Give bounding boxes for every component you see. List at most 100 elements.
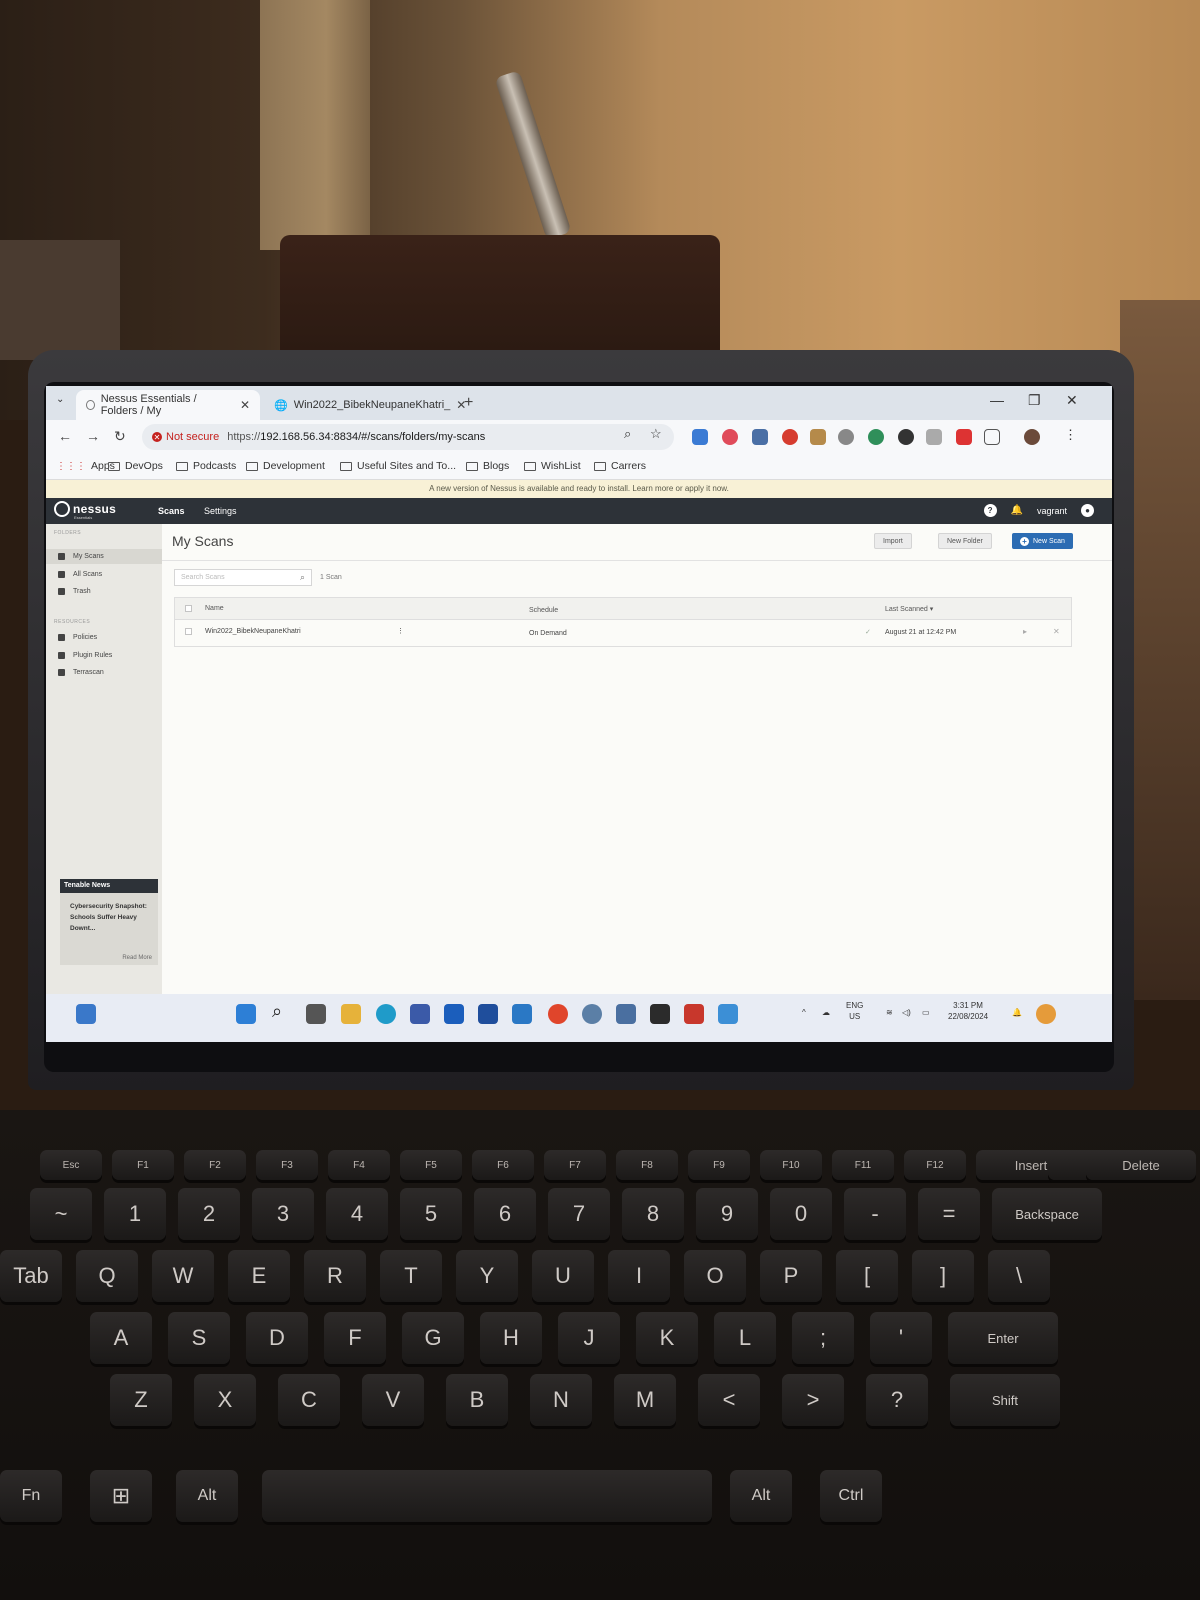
lync-icon[interactable] [444, 1004, 464, 1024]
settings-gear-icon[interactable] [582, 1004, 602, 1024]
extension-icon[interactable] [898, 429, 914, 445]
extension-icon[interactable] [838, 429, 854, 445]
close-window-icon[interactable]: ✕ [1066, 392, 1078, 409]
store-icon[interactable] [410, 1004, 430, 1024]
column-last-scanned[interactable]: Last Scanned ▾ [885, 605, 933, 613]
search-icon[interactable]: ⌕ [300, 572, 305, 583]
close-tab-icon[interactable]: ✕ [240, 398, 250, 412]
extension-icon[interactable] [692, 429, 708, 445]
battery-icon[interactable]: ▭ [922, 1007, 930, 1018]
folder-icon [176, 461, 188, 471]
clock[interactable]: 3:31 PM 22/08/2024 [948, 1000, 988, 1022]
key-fn-0: Esc [40, 1150, 102, 1180]
bookmark-wishlist[interactable]: WishList [524, 460, 581, 472]
extension-icon[interactable] [926, 429, 942, 445]
nav-settings[interactable]: Settings [204, 506, 237, 516]
edge-icon[interactable] [376, 1004, 396, 1024]
reload-icon[interactable]: ↻ [114, 428, 126, 445]
bookmark-podcasts[interactable]: Podcasts [176, 460, 236, 472]
bell-icon[interactable]: 🔔 [1011, 505, 1023, 516]
grammarly-icon[interactable] [868, 429, 884, 445]
column-name[interactable]: Name [205, 605, 224, 612]
key-q-7: U [532, 1250, 594, 1302]
forward-icon[interactable]: → [86, 428, 100, 444]
windows-start-icon[interactable] [236, 1004, 256, 1024]
onedrive-icon[interactable]: ☁ [822, 1007, 830, 1018]
profile-avatar[interactable] [1024, 429, 1040, 445]
wifi-icon[interactable]: ≋ [886, 1007, 893, 1018]
puzzle-icon[interactable] [984, 429, 1000, 445]
help-icon[interactable]: ? [983, 504, 997, 517]
tab-win2022[interactable]: 🌐 Win2022_BibekNeupaneKhatri_ ✕ [264, 390, 466, 420]
dropbox-icon[interactable] [478, 1004, 498, 1024]
nessus-logo[interactable]: nessus Essentials [54, 501, 116, 520]
minimize-icon[interactable]: — [990, 392, 1004, 408]
tab-search-icon[interactable]: ⌄ [56, 394, 64, 405]
new-scan-button[interactable]: + New Scan [1012, 533, 1073, 549]
sidebar-item-plugin-rules[interactable]: Plugin Rules [46, 648, 162, 663]
row-checkbox[interactable] [185, 628, 192, 635]
extension-icon[interactable] [810, 429, 826, 445]
bookmark-development[interactable]: Development [246, 460, 325, 472]
copilot-icon[interactable] [1036, 1004, 1056, 1024]
row-menu-icon[interactable]: ⋮ [397, 627, 404, 635]
notification-bell-icon[interactable]: 🔔 [1012, 1007, 1022, 1018]
sidebar-item-my-scans[interactable]: My Scans [46, 549, 162, 564]
search-icon[interactable]: ⌕ [272, 1001, 292, 1021]
key-q-2: W [152, 1250, 214, 1302]
opera-icon[interactable] [782, 429, 798, 445]
sidebar-item-policies[interactable]: Policies [46, 630, 162, 645]
select-all-checkbox[interactable] [185, 605, 192, 612]
bookmark-carrers[interactable]: Carrers [594, 460, 646, 472]
volume-icon[interactable]: ◁) [902, 1007, 911, 1018]
user-avatar-icon[interactable]: ● [1081, 504, 1094, 517]
back-icon[interactable]: ← [58, 428, 72, 444]
bookmark-devops[interactable]: DevOps [108, 460, 163, 472]
address-bar[interactable]: ✕ Not secure https://192.168.56.34:8834/… [142, 424, 674, 450]
import-button[interactable]: Import [874, 533, 912, 549]
sidebar-item-terrascan[interactable]: Terrascan [46, 665, 162, 680]
user-name[interactable]: vagrant [1037, 506, 1067, 516]
update-banner[interactable]: A new version of Nessus is available and… [46, 480, 1112, 498]
chrome-icon[interactable] [548, 1004, 568, 1024]
restore-icon[interactable]: ❐ [1028, 392, 1041, 409]
nav-scans[interactable]: Scans [158, 506, 185, 516]
tab-nessus[interactable]: Nessus Essentials / Folders / My ✕ [76, 390, 260, 420]
widgets-icon[interactable] [76, 1004, 96, 1024]
bookmark-apps[interactable]: ⋮⋮⋮ Apps [56, 460, 115, 472]
bookmark-useful-sites[interactable]: Useful Sites and To... [340, 460, 456, 472]
new-folder-button[interactable]: New Folder [938, 533, 992, 549]
new-tab-button[interactable]: + [464, 394, 473, 412]
sidebar-item-trash[interactable]: Trash [46, 584, 162, 599]
extension-icon[interactable] [752, 429, 768, 445]
scan-last-scanned: August 21 at 12:42 PM [885, 629, 957, 636]
scan-name[interactable]: Win2022_BibekNeupaneKhatri [205, 628, 301, 635]
photos-icon[interactable] [718, 1004, 738, 1024]
virtualbox-icon[interactable] [616, 1004, 636, 1024]
news-headline[interactable]: Cybersecurity Snapshot: Schools Suffer H… [60, 893, 158, 934]
bookmark-label: Carrers [611, 460, 647, 472]
file-explorer-icon[interactable] [341, 1004, 361, 1024]
terminal-icon[interactable] [650, 1004, 670, 1024]
screen-capture-icon[interactable] [684, 1004, 704, 1024]
delete-icon[interactable]: ✕ [1053, 627, 1060, 636]
task-view-icon[interactable] [306, 1004, 326, 1024]
tray-chevron-icon[interactable]: ^ [802, 1007, 806, 1018]
search-scans-input[interactable]: Search Scans ⌕ [174, 569, 312, 586]
bookmark-blogs[interactable]: Blogs [466, 460, 509, 472]
launch-icon[interactable]: ▸ [1023, 627, 1027, 636]
security-indicator[interactable]: ✕ Not secure [152, 431, 219, 443]
read-more-link[interactable]: Read More [122, 955, 152, 961]
bookmark-star-icon[interactable]: ☆ [650, 426, 662, 442]
sidebar-item-all-scans[interactable]: All Scans [46, 567, 162, 582]
shield-icon[interactable] [956, 429, 972, 445]
outlook-icon[interactable] [512, 1004, 532, 1024]
language-indicator[interactable]: ENG US [846, 1000, 863, 1022]
new-scan-label: New Scan [1033, 537, 1065, 545]
column-schedule[interactable]: Schedule [529, 607, 558, 614]
menu-kebab-icon[interactable]: ⋮ [1064, 427, 1077, 443]
sidebar: FOLDERS My Scans All Scans Trash RESOURC… [46, 524, 162, 994]
zoom-icon[interactable]: ⌕ [624, 426, 631, 442]
globe-icon: 🌐 [274, 399, 288, 412]
pocket-icon[interactable] [722, 429, 738, 445]
